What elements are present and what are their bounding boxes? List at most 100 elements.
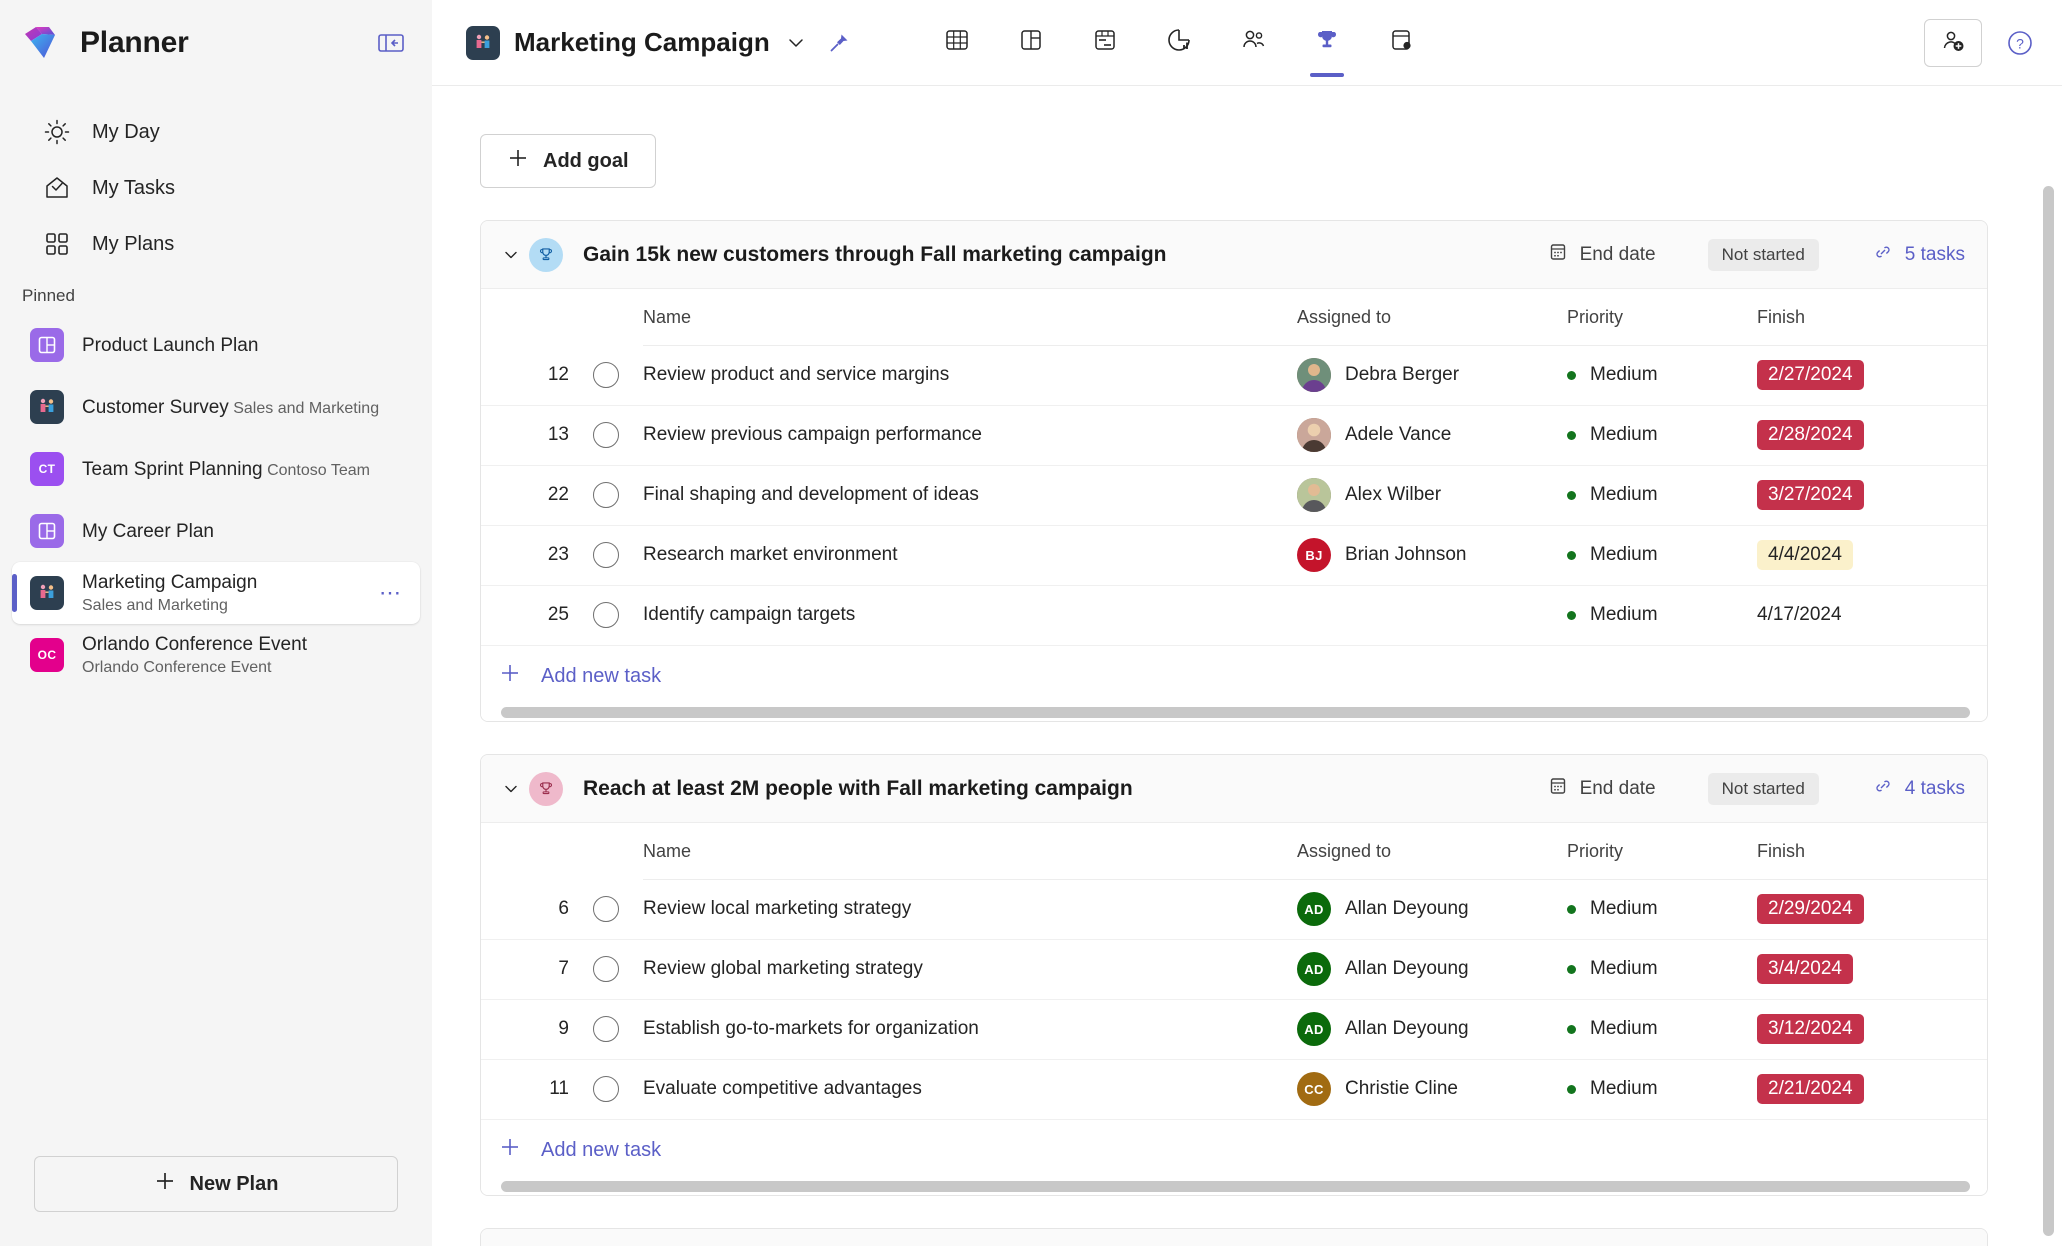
task-complete-toggle[interactable] [569,405,643,466]
horizontal-scrollbar[interactable] [481,707,1987,721]
pin-icon[interactable] [828,32,850,54]
view-tabs [920,0,1438,85]
task-complete-toggle[interactable] [569,345,643,406]
add-task-row[interactable]: Add new task [481,1119,1987,1181]
goal-task-count[interactable]: 4 tasks [1873,776,1965,802]
circle-unchecked-icon[interactable] [593,542,619,568]
add-new-task-button[interactable]: Add new task [481,662,1987,690]
sidebar-plan-marketing-campaign[interactable]: Marketing Campaign Sales and Marketing ⋯ [12,562,420,624]
avatar: BJ [1297,538,1331,572]
avatar [1297,358,1331,392]
sidebar-plan-customer-survey[interactable]: Customer Survey Sales and Marketing [12,376,420,438]
vertical-scrollbar[interactable] [2043,186,2054,1236]
task-assignee: AD Allan Deyoung [1297,879,1567,940]
people-view-tab[interactable] [1216,0,1290,85]
chevron-down-icon[interactable] [499,246,523,264]
assignments-tab[interactable] [1364,0,1438,85]
plan-text: Product Launch Plan [82,333,258,358]
scrollbar-thumb[interactable] [501,1181,1971,1192]
sidebar-plan-orlando-conference-event[interactable]: OC Orlando Conference Event Orlando Conf… [12,624,420,686]
task-complete-toggle[interactable] [569,879,643,940]
circle-unchecked-icon[interactable] [593,602,619,628]
more-options-icon[interactable]: ⋯ [371,580,410,606]
horizontal-scrollbar[interactable] [481,1181,1987,1195]
share-plan-button[interactable] [1924,18,1982,67]
add-task-cell[interactable]: Add new task [481,645,1987,707]
people-plan-icon [466,25,500,60]
priority-dot-icon [1567,490,1576,500]
chevron-down-icon[interactable] [499,780,523,798]
goal-end-date[interactable]: End date [1548,242,1656,268]
task-complete-toggle[interactable] [569,999,643,1060]
task-priority: Medium [1567,585,1757,646]
goal-header[interactable]: Reach at least 2M people with Fall marke… [481,755,1987,823]
task-complete-toggle[interactable] [569,939,643,1000]
plan-name: My Career Plan [82,520,214,542]
task-number: 22 [481,465,569,526]
task-priority: Medium [1567,1059,1757,1120]
sidebar-item-my-day[interactable]: My Day [12,104,420,160]
goal-header[interactable]: Stay within $10000 budget for Fall marke… [481,1229,1987,1246]
circle-unchecked-icon[interactable] [593,1016,619,1042]
task-complete-toggle[interactable] [569,1059,643,1120]
add-task-cell[interactable]: Add new task [481,1119,1987,1181]
plan-initials-avatar: OC [30,638,64,672]
table-row[interactable]: 6 Review local marketing strategy AD All… [481,879,1987,940]
add-goal-button[interactable]: Add goal [480,134,656,188]
circle-unchecked-icon[interactable] [593,362,619,388]
main-area: Marketing Campaign ? Add goal Gain 15k n… [432,0,2062,1246]
goal-card: Reach at least 2M people with Fall marke… [480,754,1988,1196]
task-number: 23 [481,525,569,586]
circle-unchecked-icon[interactable] [593,896,619,922]
circle-unchecked-icon[interactable] [593,956,619,982]
goal-task-count[interactable]: 5 tasks [1873,242,1965,268]
charts-view-tab[interactable] [1142,0,1216,85]
task-priority: Medium [1567,999,1757,1060]
sidebar-item-my-plans[interactable]: My Plans [12,216,420,272]
add-new-task-button[interactable]: Add new task [481,1136,1987,1164]
sidebar-plan-my-career-plan[interactable]: My Career Plan [12,500,420,562]
timeline-view-tab[interactable] [1068,0,1142,85]
table-header-row: Name Assigned to Priority Finish [481,823,1987,880]
table-row[interactable]: 25 Identify campaign targets Medium 4/17… [481,585,1987,646]
table-row[interactable]: 22 Final shaping and development of idea… [481,465,1987,526]
top-bar: Marketing Campaign ? [432,0,2062,86]
sidebar-plan-product-launch-plan[interactable]: Product Launch Plan [12,314,420,376]
new-plan-button[interactable]: New Plan [34,1156,398,1212]
goal-header[interactable]: Gain 15k new customers through Fall mark… [481,221,1987,289]
task-complete-toggle[interactable] [569,465,643,526]
table-row[interactable]: 7 Review global marketing strategy AD Al… [481,939,1987,1000]
chevron-down-icon[interactable] [786,33,806,53]
finish-date-badge: 3/27/2024 [1757,480,1864,510]
board-view-tab[interactable] [994,0,1068,85]
task-finish: 2/28/2024 [1757,405,1987,466]
goal-status-badge[interactable]: Not started [1707,238,1819,271]
table-row[interactable]: 9 Establish go-to-markets for organizati… [481,999,1987,1060]
circle-unchecked-icon[interactable] [593,482,619,508]
task-assignee: Adele Vance [1297,405,1567,466]
goals-view-tab[interactable] [1290,0,1364,85]
scrollbar-thumb[interactable] [501,707,1971,718]
circle-unchecked-icon[interactable] [593,1076,619,1102]
add-task-row[interactable]: Add new task [481,645,1987,707]
goal-end-date[interactable]: End date [1548,776,1656,802]
table-row[interactable]: 13 Review previous campaign performance … [481,405,1987,466]
plus-icon [154,1170,176,1198]
circle-unchecked-icon[interactable] [593,422,619,448]
timeline-icon [1091,26,1119,59]
table-row[interactable]: 11 Evaluate competitive advantages CC Ch… [481,1059,1987,1120]
grid-view-tab[interactable] [920,0,994,85]
table-row[interactable]: 23 Research market environment BJ Brian … [481,525,1987,586]
goal-status-badge[interactable]: Not started [1707,772,1819,805]
table-row[interactable]: 12 Review product and service margins De… [481,345,1987,406]
column-complete [569,823,643,879]
sidebar-item-my-tasks[interactable]: My Tasks [12,160,420,216]
help-question-icon[interactable]: ? [1998,21,2042,65]
plus-icon [499,1136,521,1164]
task-complete-toggle[interactable] [569,585,643,646]
task-finish: 3/4/2024 [1757,939,1987,1000]
collapse-panel-icon[interactable] [376,29,406,57]
task-complete-toggle[interactable] [569,525,643,586]
plan-subtitle: Contoso Team [267,461,370,479]
sidebar-plan-team-sprint-planning[interactable]: CT Team Sprint Planning Contoso Team [12,438,420,500]
